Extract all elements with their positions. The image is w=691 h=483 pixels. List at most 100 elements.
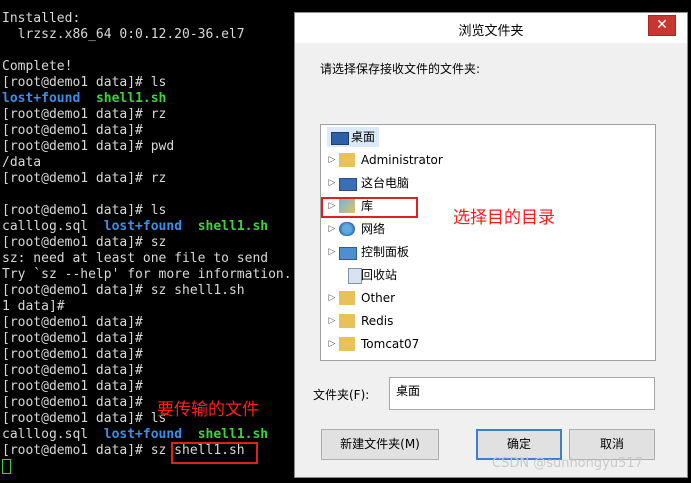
terminal-text: [root@demo1 data]# ls [2, 203, 167, 218]
tree-item[interactable]: ▷ Other [325, 288, 625, 308]
terminal-line: [root@demo1 data]# sz shell1.sh [2, 283, 245, 299]
terminal-text: Complete! [2, 59, 73, 74]
terminal-text: [root@demo1 data]# rz [2, 171, 167, 186]
folder-icon [339, 337, 355, 351]
terminal-line: Complete! [2, 59, 72, 75]
tree-item[interactable]: 回收站 [325, 265, 625, 285]
directory-name: lost+found [103, 427, 183, 442]
tree-item[interactable]: ▷ Redis [325, 311, 625, 331]
terminal-text: [root@demo1 data]# sz shell1.sh [2, 283, 245, 298]
terminal-text: lrzsz.x86_64 0:0.12.20-36.el7 [2, 27, 245, 42]
folder-tree[interactable]: 桌面 ▷ Administrator ▷ 这台电脑 ▷ 库 ▷ 网络 ▷ 控制面板 回收站 ▷ Other… [320, 124, 656, 361]
terminal-line: [root@demo1 data]# [2, 315, 143, 331]
terminal-text: [root@demo1 data]# ls [2, 75, 167, 90]
terminal-text: [root@demo1 data]# [2, 123, 143, 138]
folder-icon [339, 291, 355, 305]
terminal-line: calllog.sql lost+found shell1.sh [2, 427, 268, 443]
browse-folder-dialog: 浏览文件夹 ✕ 请选择保存接收文件的文件夹: 桌面 ▷ Administrator ▷… [294, 12, 688, 478]
close-button[interactable]: ✕ [648, 15, 676, 36]
terminal-line: [root@demo1 data]# ls [2, 203, 166, 219]
expand-arrow-icon[interactable]: ▷ [327, 150, 337, 170]
expand-arrow-icon[interactable]: ▷ [327, 173, 337, 193]
terminal-text: [root@demo1 data]# rz [2, 107, 167, 122]
tree-item-label: 桌面 [351, 130, 376, 144]
terminal-text: [root@demo1 data]# sz [2, 235, 167, 250]
terminal-text: [root@demo1 data]# [2, 363, 143, 378]
terminal-line: [root@demo1 data]# [2, 379, 143, 395]
terminal-line: Installed: [2, 11, 80, 27]
terminal-text: calllog.sql [2, 427, 104, 442]
tree-item[interactable]: ▷ 控制面板 [325, 242, 625, 262]
folder-field-label: 文件夹(F): [313, 388, 370, 402]
expand-arrow-icon[interactable]: ▷ [327, 311, 337, 331]
terminal-line: lrzsz.x86_64 0:0.12.20-36.el7 [2, 27, 245, 43]
tree-item[interactable]: 桌面 [327, 127, 379, 147]
network-icon [339, 222, 355, 236]
terminal-text: Try `sz --help' for more information. [2, 267, 292, 282]
terminal-text: [root@demo1 data]# [2, 379, 143, 394]
tree-item-label: Administrator [361, 153, 443, 167]
terminal-line: [root@demo1 data]# ls [2, 411, 166, 427]
terminal-line: [root@demo1 data]# sz [2, 235, 166, 251]
terminal-line: sz: need at least one file to send [2, 251, 268, 267]
folder-input-value: 桌面 [396, 384, 421, 398]
directory-name: lost+found [2, 91, 81, 106]
terminal-text: 1 data]# [2, 299, 65, 314]
terminal-line: [root@demo1 data]# rz [2, 171, 166, 187]
executable-file-name: shell1.sh [95, 91, 167, 106]
user-folder-icon [339, 153, 355, 167]
terminal-text: [root@demo1 data]# ls [2, 411, 167, 426]
terminal-line: [root@demo1 data]# pwd [2, 139, 174, 155]
terminal-line: calllog.sql lost+found shell1.sh [2, 219, 268, 235]
control-panel-icon [339, 247, 357, 260]
terminal-text: Installed: [2, 11, 81, 26]
expand-arrow-icon[interactable]: ▷ [327, 334, 337, 354]
terminal-line: lost+found shell1.sh [2, 91, 166, 107]
expand-arrow-icon[interactable]: ▷ [327, 242, 337, 262]
tree-item-label: 这台电脑 [361, 176, 410, 190]
terminal-line: [root@demo1 data]# [2, 331, 143, 347]
annotation-choose-destination: 选择目的目录 [453, 208, 555, 228]
terminal-line: [root@demo1 data]# rz [2, 107, 166, 123]
new-folder-button[interactable]: 新建文件夹(M) [321, 429, 439, 460]
tree-item-label: 网络 [361, 222, 386, 236]
tree-item-label: Other [361, 291, 396, 305]
tree-item[interactable]: ▷ 这台电脑 [325, 173, 625, 193]
terminal-cursor [2, 459, 11, 474]
terminal-line: /data [2, 155, 41, 171]
terminal-line: 1 data]# [2, 299, 65, 315]
annotation-file-to-transfer: 要传输的文件 [157, 400, 259, 420]
highlight-box-filename [171, 442, 258, 464]
directory-name: lost+found [103, 219, 183, 234]
expand-arrow-icon[interactable]: ▷ [327, 288, 337, 308]
terminal-text: [root@demo1 data]# [2, 331, 143, 346]
terminal-text: [root@demo1 data]# [2, 315, 143, 330]
tree-item-label: Tomcat07 [361, 337, 420, 351]
terminal-line: Try `sz --help' for more information. [2, 267, 292, 283]
expand-arrow-icon[interactable]: ▷ [327, 219, 337, 239]
terminal-text: [root@demo1 data]# [2, 395, 143, 410]
terminal-line: [root@demo1 data]# [2, 347, 143, 363]
watermark: CSDN @sunhongyu517 [492, 456, 643, 471]
dialog-titlebar[interactable]: 浏览文件夹 ✕ [295, 13, 687, 43]
tree-item[interactable]: ▷ Administrator [325, 150, 625, 170]
desktop-icon [331, 132, 349, 145]
tree-item[interactable]: ▷ Tomcat07 [325, 334, 625, 354]
executable-file-name: shell1.sh [197, 219, 269, 234]
terminal-line: [root@demo1 data]# [2, 363, 143, 379]
terminal-text: [root@demo1 data]# pwd [2, 139, 175, 154]
folder-input[interactable]: 桌面 [389, 377, 655, 410]
terminal-line: [root@demo1 data]# ls [2, 75, 166, 91]
close-icon: ✕ [656, 17, 668, 33]
dialog-title: 浏览文件夹 [458, 24, 524, 39]
dialog-prompt: 请选择保存接收文件的文件夹: [320, 62, 481, 76]
computer-icon [339, 178, 357, 191]
terminal-cursor-line [2, 459, 11, 475]
tree-item-label: 控制面板 [361, 245, 410, 259]
tree-item-label: Redis [361, 314, 394, 328]
recycle-bin-icon [348, 268, 362, 284]
terminal-text: sz: need at least one file to send [2, 251, 269, 266]
